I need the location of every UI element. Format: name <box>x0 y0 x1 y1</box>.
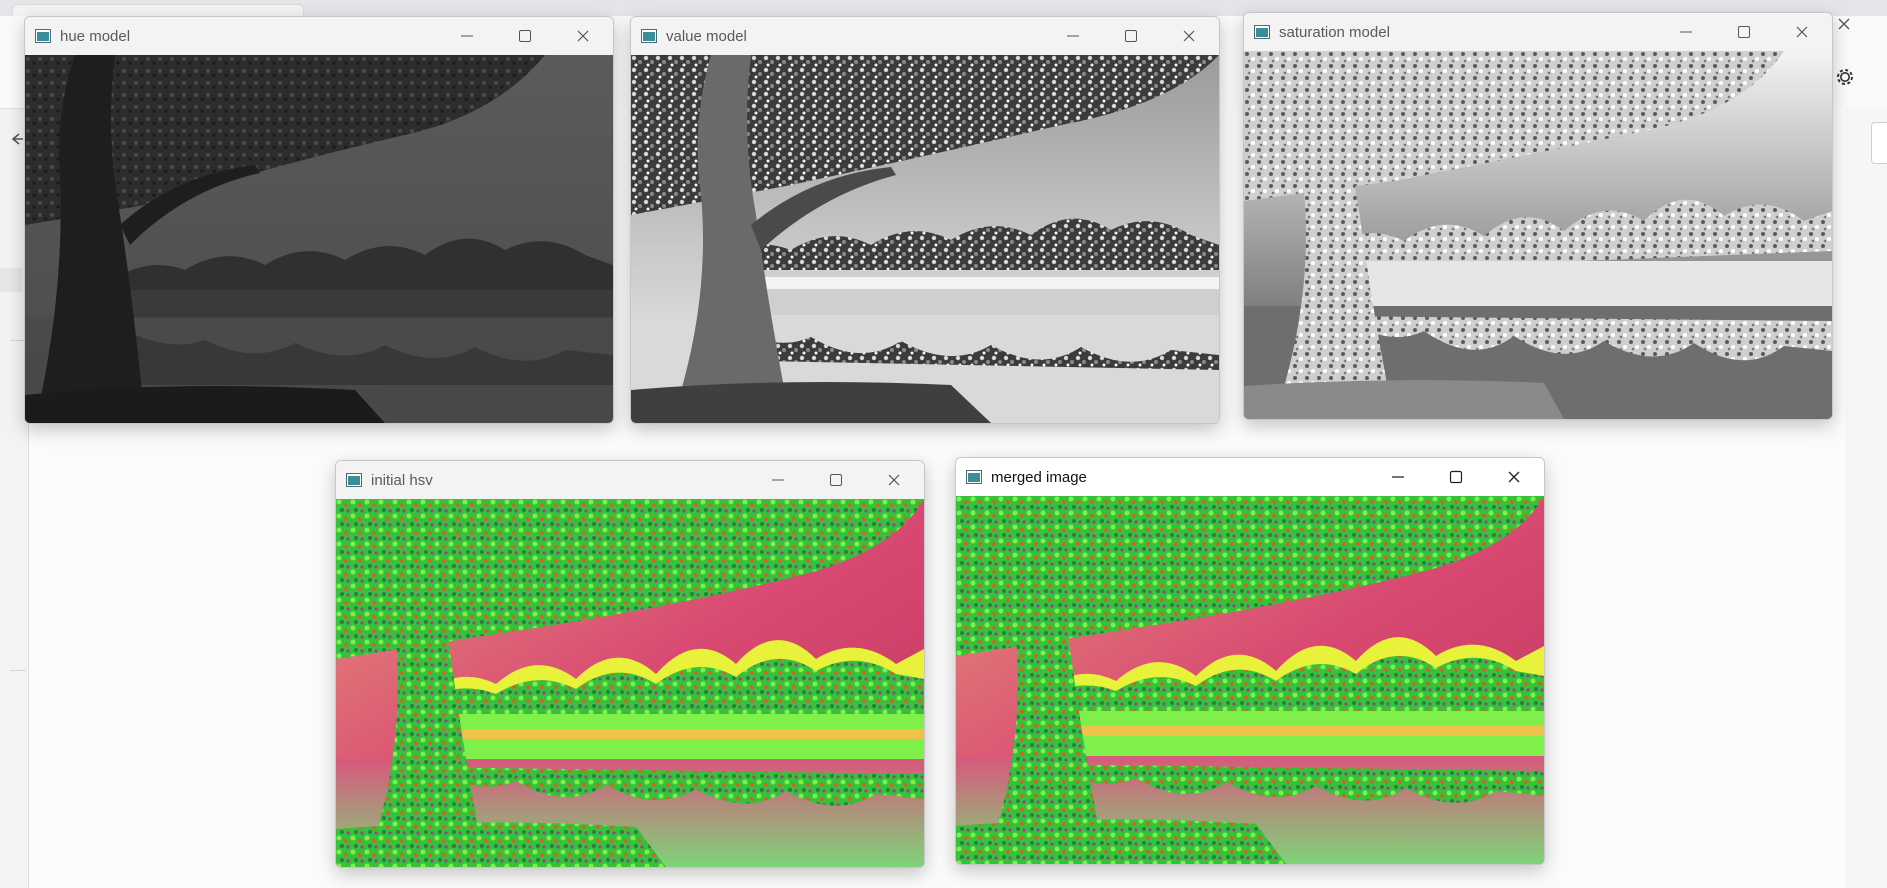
value-model-window[interactable]: value model <box>630 16 1220 424</box>
maximize-icon[interactable] <box>824 469 848 491</box>
minimize-icon[interactable] <box>455 25 479 47</box>
window-title: hue model <box>60 28 131 45</box>
window-title: merged image <box>991 469 1087 486</box>
app-icon <box>966 470 982 484</box>
window-titlebar[interactable]: merged image <box>956 458 1544 496</box>
initial-hsv-image <box>336 499 924 867</box>
maximize-icon[interactable] <box>1119 25 1143 47</box>
arrow-left-icon[interactable] <box>10 130 24 151</box>
close-icon[interactable] <box>1790 21 1814 43</box>
minimize-icon[interactable] <box>1386 466 1410 488</box>
close-icon[interactable] <box>571 25 595 47</box>
background-selected-item[interactable] <box>0 268 22 292</box>
saturation-model-window[interactable]: saturation model <box>1243 12 1833 420</box>
close-icon[interactable] <box>1836 16 1852 37</box>
maximize-icon[interactable] <box>1732 21 1756 43</box>
maximize-icon[interactable] <box>1444 466 1468 488</box>
background-divider <box>10 670 26 671</box>
app-icon <box>346 473 362 487</box>
minimize-icon[interactable] <box>1061 25 1085 47</box>
value-channel-image <box>631 55 1219 423</box>
window-titlebar[interactable]: value model <box>631 17 1219 55</box>
background-side-tab[interactable] <box>1871 122 1887 164</box>
app-icon <box>1254 25 1270 39</box>
hue-model-window[interactable]: hue model <box>24 16 614 424</box>
window-titlebar[interactable]: initial hsv <box>336 461 924 499</box>
close-icon[interactable] <box>1177 25 1201 47</box>
saturation-channel-image <box>1244 51 1832 419</box>
window-titlebar[interactable]: hue model <box>25 17 613 55</box>
window-title: value model <box>666 28 747 45</box>
merged-hsv-image <box>956 496 1544 864</box>
window-titlebar[interactable]: saturation model <box>1244 13 1832 51</box>
window-title: saturation model <box>1279 24 1390 41</box>
gear-icon[interactable] <box>1834 66 1856 93</box>
app-icon <box>35 29 51 43</box>
close-icon[interactable] <box>882 469 906 491</box>
minimize-icon[interactable] <box>1674 21 1698 43</box>
background-right-strip <box>1845 108 1887 888</box>
app-icon <box>641 29 657 43</box>
minimize-icon[interactable] <box>766 469 790 491</box>
initial-hsv-window[interactable]: initial hsv <box>335 460 925 868</box>
window-title: initial hsv <box>371 472 433 489</box>
maximize-icon[interactable] <box>513 25 537 47</box>
hue-channel-image <box>25 55 613 423</box>
close-icon[interactable] <box>1502 466 1526 488</box>
merged-image-window[interactable]: merged image <box>955 457 1545 865</box>
